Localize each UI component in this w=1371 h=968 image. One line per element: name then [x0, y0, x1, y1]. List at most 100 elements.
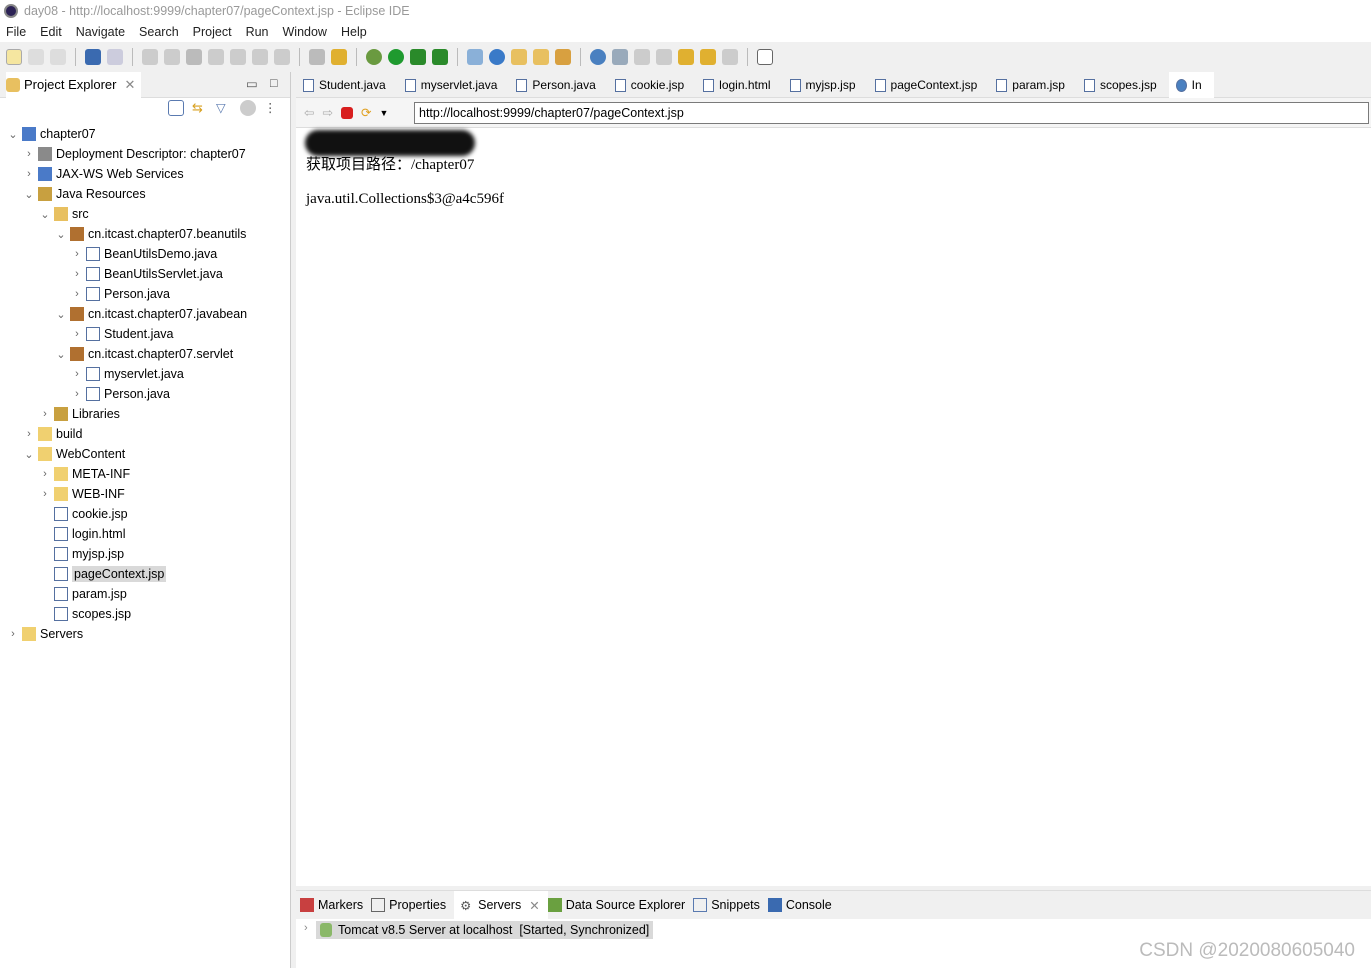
tab-data-source-explorer[interactable]: Data Source Explorer	[547, 898, 694, 912]
tree-item[interactable]: ⌄ WebContent	[22, 444, 125, 464]
maximize-icon[interactable]: □	[270, 76, 278, 90]
menu-search[interactable]: Search	[139, 25, 179, 39]
tree-item[interactable]: ⌄ cn.itcast.chapter07.beanutils	[54, 224, 246, 244]
tab-markers[interactable]: Markers	[300, 898, 371, 912]
chevron-right-icon[interactable]: ›	[22, 168, 36, 180]
tab-snippets[interactable]: Snippets	[693, 898, 768, 912]
close-icon[interactable]: ✕	[124, 77, 135, 93]
chevron-right-icon[interactable]: ›	[38, 488, 52, 500]
minimize-icon[interactable]: ▭	[246, 76, 258, 91]
editor-tab[interactable]: In	[1168, 72, 1214, 98]
collapse-all-icon[interactable]	[168, 100, 184, 116]
refresh-icon[interactable]: ⟳	[361, 105, 371, 120]
tree-item[interactable]: scopes.jsp	[38, 604, 131, 624]
step-return-icon[interactable]	[274, 49, 290, 65]
tree-item[interactable]: cookie.jsp	[38, 504, 128, 524]
editor-tab[interactable]: param.jsp	[989, 72, 1077, 98]
editor-tab[interactable]: myjsp.jsp	[783, 72, 868, 98]
chevron-right-icon[interactable]: ›	[22, 428, 36, 440]
chevron-down-icon[interactable]: ⌄	[6, 128, 20, 141]
annotation-icon[interactable]	[612, 49, 628, 65]
chevron-right-icon[interactable]: ›	[70, 328, 84, 340]
server-row[interactable]: Tomcat v8.5 Server at localhost [Started…	[316, 921, 654, 939]
tree-item[interactable]: pageContext.jsp	[38, 564, 167, 584]
open-type-icon[interactable]	[511, 49, 527, 65]
external-tools-icon[interactable]	[432, 49, 448, 65]
search-pen-icon[interactable]	[555, 49, 571, 65]
next-annotation-icon[interactable]	[634, 49, 650, 65]
open-perspective-icon[interactable]	[757, 49, 773, 65]
editor-tab[interactable]: Person.java	[509, 72, 607, 98]
url-input[interactable]: http://localhost:9999/chapter07/pageCont…	[414, 102, 1369, 124]
tree-item[interactable]: › BeanUtilsServlet.java	[70, 264, 223, 284]
tree-item[interactable]: ⌄ Java Resources	[22, 184, 146, 204]
tree-item[interactable]: › WEB-INF	[38, 484, 125, 504]
step-over-icon[interactable]	[252, 49, 268, 65]
editor-tab[interactable]: myservlet.java	[398, 72, 510, 98]
tree-item[interactable]: › Deployment Descriptor: chapter07	[22, 144, 246, 164]
link-with-editor-icon[interactable]: ⇆	[192, 100, 208, 116]
tree-item[interactable]: param.jsp	[38, 584, 127, 604]
save-icon[interactable]	[28, 49, 44, 65]
editor-tab[interactable]: login.html	[696, 72, 782, 98]
terminal-icon[interactable]	[85, 49, 101, 65]
tree-item[interactable]: ⌄ cn.itcast.chapter07.servlet	[54, 344, 233, 364]
chevron-right-icon[interactable]: ›	[70, 248, 84, 260]
chevron-right-icon[interactable]: ›	[70, 288, 84, 300]
chevron-down-icon[interactable]: ⌄	[54, 308, 68, 321]
disconnect-icon[interactable]	[208, 49, 224, 65]
tree-item[interactable]: › Person.java	[70, 384, 170, 404]
editor-tab[interactable]: pageContext.jsp	[868, 72, 990, 98]
save-all-icon[interactable]	[50, 49, 66, 65]
step-into-icon[interactable]	[230, 49, 246, 65]
back-icon[interactable]: ⇦	[304, 105, 314, 120]
resume-icon[interactable]	[142, 49, 158, 65]
tree-item[interactable]: › Libraries	[38, 404, 120, 424]
chevron-right-icon[interactable]: ›	[70, 268, 84, 280]
close-icon[interactable]: ✕	[529, 898, 539, 913]
terminate-icon[interactable]	[186, 49, 202, 65]
new-service-icon[interactable]	[489, 49, 505, 65]
drop-to-frame-icon[interactable]	[331, 49, 347, 65]
tree-item[interactable]: › Servers	[6, 624, 83, 644]
debug-icon[interactable]	[366, 49, 382, 65]
new-icon[interactable]	[6, 49, 22, 65]
tree-item[interactable]: › Person.java	[70, 284, 170, 304]
tab-console[interactable]: Console	[767, 898, 840, 912]
editor-tab[interactable]: scopes.jsp	[1077, 72, 1169, 98]
tree-item[interactable]: › JAX-WS Web Services	[22, 164, 184, 184]
chevron-down-icon[interactable]: ⌄	[54, 228, 68, 241]
chevron-right-icon[interactable]: ›	[6, 628, 20, 640]
new-server-icon[interactable]	[467, 49, 483, 65]
forward-icon[interactable]	[722, 49, 738, 65]
chevron-right-icon[interactable]: ›	[70, 368, 84, 380]
chevron-down-icon[interactable]: ⌄	[22, 448, 36, 461]
suspend-icon[interactable]	[164, 49, 180, 65]
tree-item[interactable]: › BeanUtilsDemo.java	[70, 244, 217, 264]
project-explorer-tab[interactable]: Project Explorer ✕	[6, 71, 142, 98]
chevron-down-icon[interactable]: ⌄	[22, 188, 36, 201]
tree-item[interactable]: › META-INF	[38, 464, 130, 484]
chevron-right-icon[interactable]: ›	[38, 408, 52, 420]
back-icon[interactable]	[700, 49, 716, 65]
tree-item[interactable]: ⌄ src	[38, 204, 89, 224]
forward-icon[interactable]: ⇨	[322, 105, 332, 120]
focus-icon[interactable]	[240, 100, 256, 116]
menu-project[interactable]: Project	[193, 25, 232, 39]
chevron-right-icon[interactable]: ›	[70, 388, 84, 400]
tab-servers[interactable]: ⚙ Servers ✕	[454, 891, 548, 919]
menu-run[interactable]: Run	[246, 25, 269, 39]
last-edit-icon[interactable]	[678, 49, 694, 65]
view-menu-icon[interactable]: ⋮	[264, 100, 277, 116]
tree-item[interactable]: myjsp.jsp	[38, 544, 124, 564]
expand-arrow-icon[interactable]: ›	[304, 922, 308, 934]
tree-item[interactable]: › build	[22, 424, 82, 444]
open-task-icon[interactable]	[533, 49, 549, 65]
filter-icon[interactable]: ▽	[216, 100, 232, 116]
chevron-down-icon[interactable]: ⌄	[54, 348, 68, 361]
tab-properties[interactable]: Properties	[371, 898, 454, 912]
skip-breakpoints-icon[interactable]	[107, 49, 123, 65]
tree-item[interactable]: ⌄ chapter07	[6, 124, 96, 144]
menu-window[interactable]: Window	[283, 25, 327, 39]
run-icon[interactable]	[388, 49, 404, 65]
